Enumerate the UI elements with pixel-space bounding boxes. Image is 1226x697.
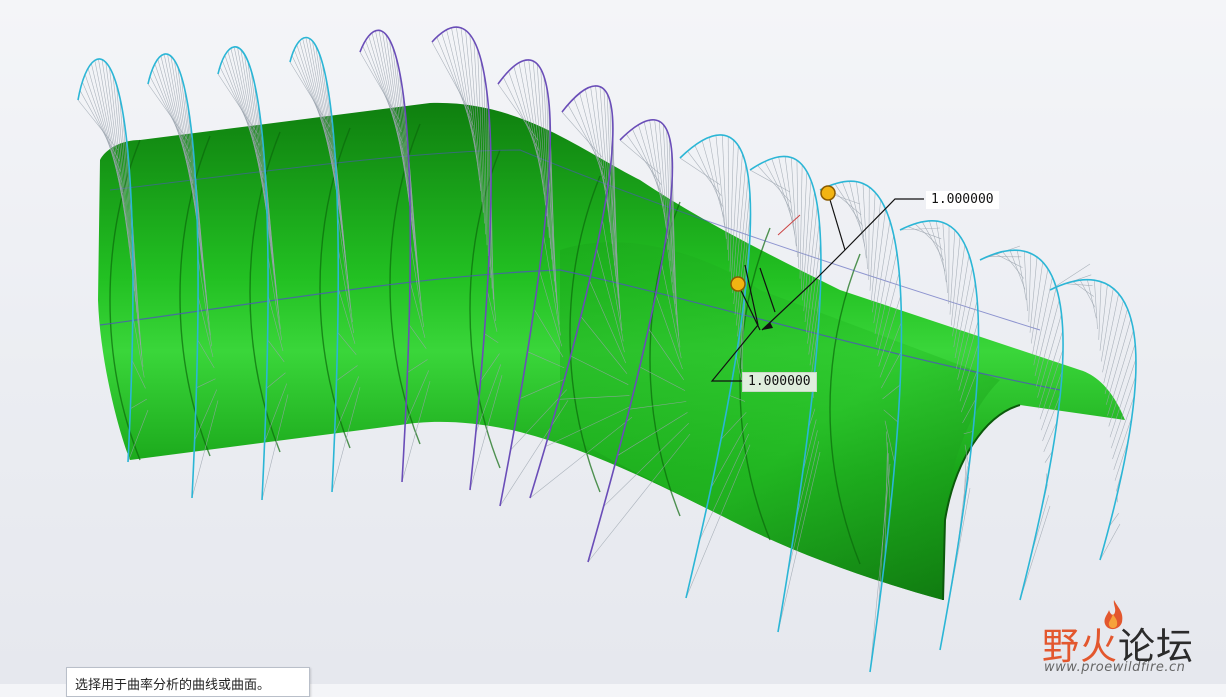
selection-point-1[interactable] xyxy=(821,186,835,200)
selection-point-2[interactable] xyxy=(731,277,745,291)
forum-watermark: 野火论坛 www.proewildfire.cn xyxy=(1036,598,1216,680)
surface-curvature-graphic[interactable] xyxy=(0,0,1226,684)
watermark-url: www.proewildfire.cn xyxy=(1044,660,1185,675)
dimension-label[interactable]: 1.000000 xyxy=(926,191,999,209)
model-viewport[interactable]: 1.000000 1.000000 xyxy=(0,0,1226,684)
status-prompt: 选择用于曲率分析的曲线或曲面。 xyxy=(66,667,310,697)
dimension-label[interactable]: 1.000000 xyxy=(742,372,817,392)
